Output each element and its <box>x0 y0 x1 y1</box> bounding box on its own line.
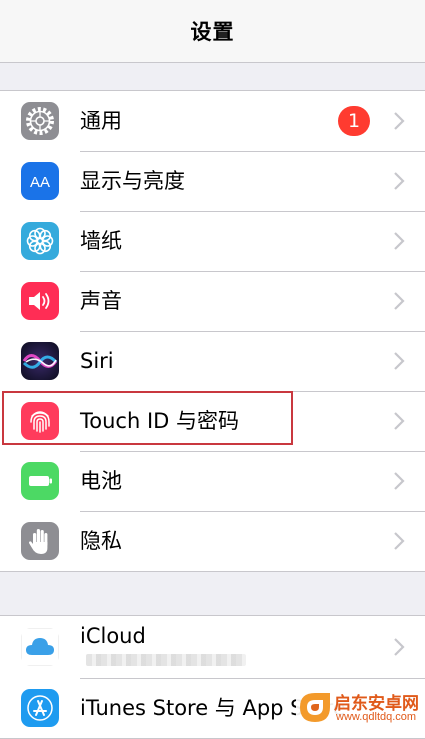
chevron-right-icon <box>393 151 407 211</box>
highlight-box <box>2 391 293 445</box>
blurred-account-email <box>86 654 246 666</box>
speaker-icon <box>21 282 59 320</box>
settings-row-siri[interactable]: Siri <box>0 331 425 391</box>
settings-row-label: Siri <box>80 349 114 373</box>
chevron-right-icon <box>393 271 407 331</box>
settings-row-label: iCloud <box>80 624 146 648</box>
chevron-right-icon <box>393 451 407 511</box>
watermark-logo-icon <box>300 693 330 722</box>
chevron-right-icon <box>393 511 407 571</box>
settings-group-system: 通用 1 AA 显示与亮度 墙纸 声音 Siri Touch ID 与密码 电池… <box>0 90 425 572</box>
hand-icon <box>21 522 59 560</box>
watermark: 启东安卓网 www.qdltdq.com <box>296 688 425 728</box>
settings-row-privacy[interactable]: 隐私 <box>0 511 425 571</box>
settings-row-label: 墙纸 <box>80 229 122 253</box>
settings-row-icloud[interactable]: iCloud <box>0 616 425 678</box>
wallpaper-flower-icon <box>21 222 59 260</box>
display-icon-text: AA <box>30 174 50 191</box>
settings-row-label: 声音 <box>80 289 122 313</box>
chevron-right-icon <box>393 616 407 678</box>
settings-row-label: 隐私 <box>80 529 122 553</box>
watermark-url: www.qdltdq.com <box>336 711 417 723</box>
settings-row-sounds[interactable]: 声音 <box>0 271 425 331</box>
chevron-right-icon <box>393 91 407 151</box>
siri-icon <box>21 342 59 380</box>
app-store-icon <box>21 689 59 727</box>
page-title: 设置 <box>190 20 235 44</box>
navigation-bar: 设置 <box>0 0 425 63</box>
gear-icon <box>21 102 59 140</box>
settings-row-battery[interactable]: 电池 <box>0 451 425 511</box>
settings-row-label: 显示与亮度 <box>80 169 185 193</box>
settings-row-label: 电池 <box>80 469 122 493</box>
chevron-right-icon <box>393 211 407 271</box>
settings-row-wallpaper[interactable]: 墙纸 <box>0 211 425 271</box>
settings-row-label: 通用 <box>80 109 122 133</box>
display-brightness-icon: AA <box>21 162 59 200</box>
settings-row-display-brightness[interactable]: AA 显示与亮度 <box>0 151 425 211</box>
icloud-icon <box>21 628 59 666</box>
settings-row-general[interactable]: 通用 1 <box>0 91 425 151</box>
chevron-right-icon <box>393 391 407 451</box>
battery-icon <box>21 462 59 500</box>
notification-badge: 1 <box>338 106 370 136</box>
chevron-right-icon <box>393 331 407 391</box>
